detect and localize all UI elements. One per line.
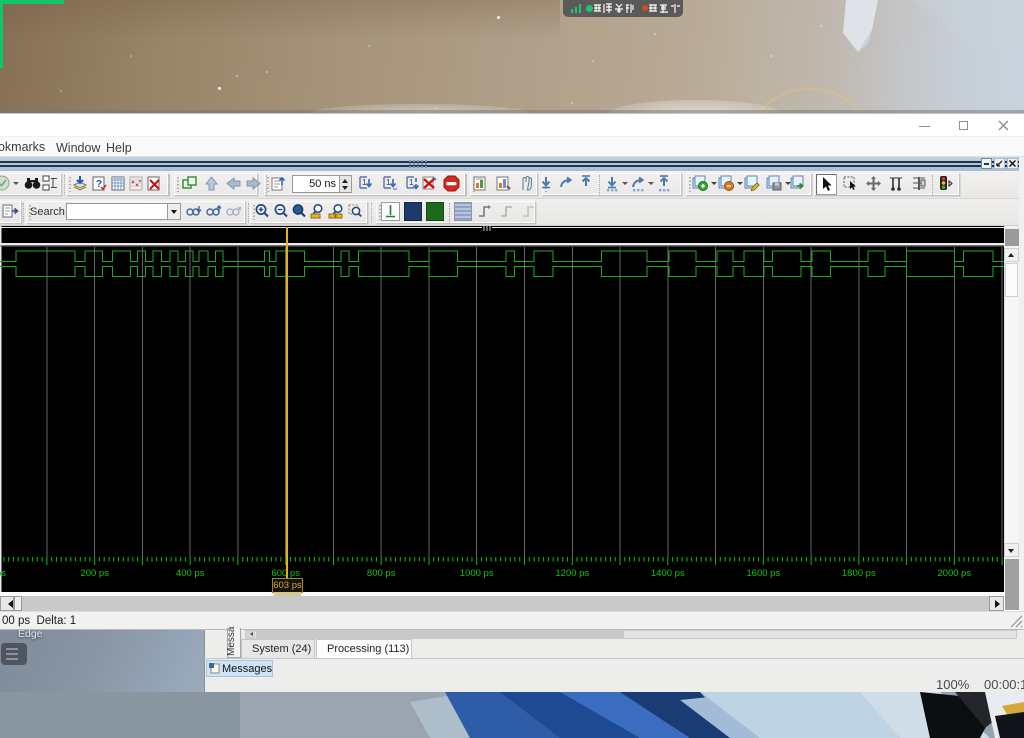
svg-text:1200 ps: 1200 ps [555, 568, 589, 579]
svg-text:1400 ps: 1400 ps [651, 568, 685, 579]
svg-text:800 ps: 800 ps [367, 568, 396, 579]
svg-text:1000 ps: 1000 ps [460, 568, 494, 579]
svg-text:400 ps: 400 ps [176, 568, 205, 579]
svg-text:1600 ps: 1600 ps [746, 568, 780, 579]
svg-text:1: 1 [409, 178, 414, 187]
svg-text:1: 1 [386, 178, 391, 187]
svg-text:1800 ps: 1800 ps [842, 568, 876, 579]
svg-text:200 ps: 200 ps [80, 568, 109, 579]
svg-text:?: ? [96, 179, 102, 190]
svg-text:ps: ps [0, 568, 6, 579]
svg-text:1: 1 [362, 178, 367, 187]
svg-text:2000 ps: 2000 ps [937, 568, 971, 579]
